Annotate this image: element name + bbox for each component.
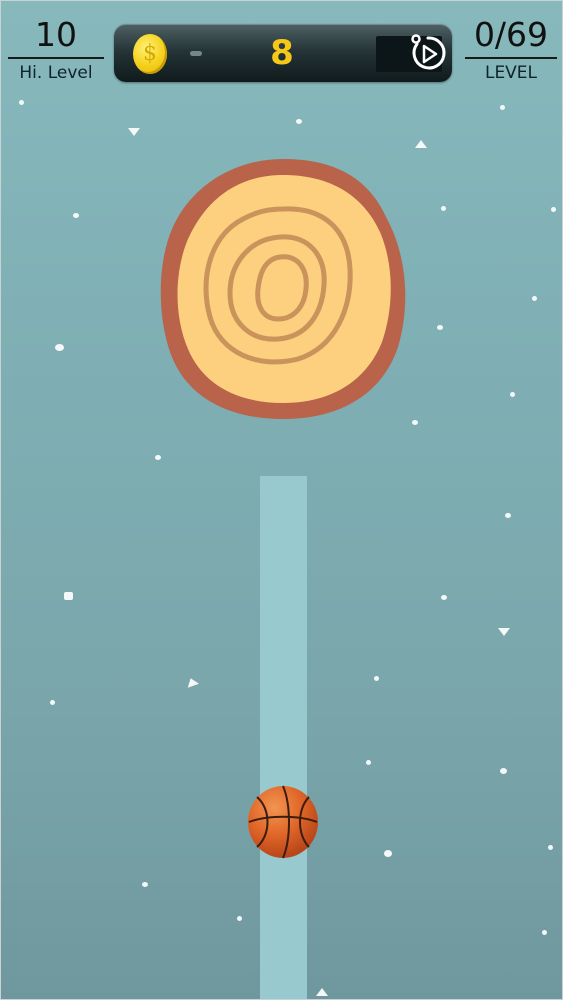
ball-track: [260, 476, 307, 1000]
high-level-label: Hi. Level: [19, 63, 93, 83]
replay-icon[interactable]: [407, 30, 449, 74]
snowflake: [184, 676, 200, 688]
coin-symbol: $: [143, 41, 157, 66]
snowflake: [142, 882, 148, 887]
snowflake: [316, 988, 328, 996]
snowflake: [73, 213, 79, 218]
snowflake: [500, 105, 505, 110]
high-level-panel: 10 Hi. Level: [8, 14, 104, 84]
snowflake: [548, 845, 553, 850]
level-panel: 0/69 LEVEL: [465, 14, 557, 84]
snowflake: [498, 628, 510, 636]
coin-bar-indicator: [190, 51, 202, 56]
snowflake: [441, 206, 446, 211]
snowflake: [510, 392, 515, 397]
snowflake: [551, 207, 556, 212]
game-screen[interactable]: 10 Hi. Level $ 8 0/69 LEVEL: [0, 0, 563, 1000]
snowflake: [55, 344, 64, 351]
snowflake: [64, 592, 73, 600]
coin-icon: $: [133, 34, 167, 74]
snowflake: [532, 296, 537, 301]
coin-count: 8: [270, 33, 294, 73]
level-progress: 0/69: [473, 15, 549, 54]
snowflake: [374, 676, 379, 681]
level-label: LEVEL: [484, 63, 538, 83]
snowflake: [155, 455, 161, 460]
snowflake: [19, 100, 24, 105]
high-level-value: 10: [35, 15, 77, 54]
snowflake: [542, 930, 547, 935]
basketball[interactable]: [247, 785, 319, 859]
coin-bar: $ 8: [114, 24, 452, 82]
snowflake: [50, 700, 55, 705]
snowflake: [500, 768, 507, 774]
snowflake: [366, 760, 371, 765]
snowflake: [412, 420, 418, 425]
snowflake: [296, 119, 302, 124]
level-divider: [465, 57, 557, 59]
snowflake: [384, 850, 392, 857]
high-level-divider: [8, 57, 104, 59]
wood-log-target: [160, 159, 406, 419]
snowflake: [415, 140, 427, 148]
snowflake: [437, 325, 443, 330]
snowflake: [505, 513, 511, 518]
snowflake: [237, 916, 242, 921]
snowflake: [128, 128, 140, 136]
snowflake: [441, 595, 447, 600]
